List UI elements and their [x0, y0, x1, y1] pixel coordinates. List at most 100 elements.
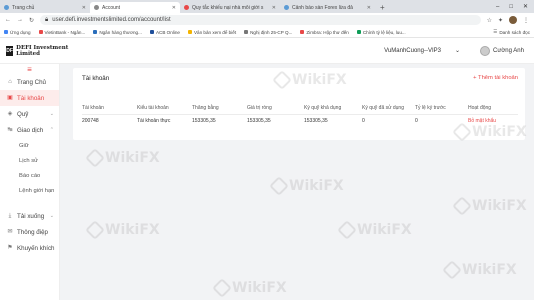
tab-close-icon[interactable]: ✕ [272, 5, 276, 11]
free-margin-cell: 153305,35 [304, 118, 328, 125]
watermark-text: WikiFX [105, 222, 160, 238]
sidebar-item-label: Thông điệp [17, 228, 48, 236]
menu-icon[interactable]: ⋮ [523, 17, 529, 24]
url-input[interactable]: 🔒︎ user.defi.investmentslimited.com/acco… [40, 15, 481, 25]
sidebar-item-message[interactable]: ✉ Thông điệp [0, 224, 59, 240]
tab-favicon-icon [184, 5, 189, 10]
reading-list-label: Danh sách đọc [499, 29, 530, 35]
tab-close-icon[interactable]: ✕ [172, 5, 176, 11]
bookmarks-bar: Ứng dụng VietinBank - Ngân... Ngân hàng … [0, 27, 534, 38]
bookmark-item[interactable]: Chính tỷ lệ liệu, luu... [356, 29, 406, 35]
bookmark-favicon-icon [149, 30, 154, 34]
sidebar-subitem-positions[interactable]: Giữ [0, 138, 59, 153]
sidebar-item-home[interactable]: ⌂ Trang Chủ [0, 74, 59, 90]
user-name: Cường Anh [493, 47, 524, 54]
account-selector[interactable]: VuManhCuong--VIP3 ⌄ [384, 47, 461, 55]
watermark-logo-icon [272, 70, 292, 90]
forward-icon[interactable]: → [17, 17, 23, 23]
used-margin-cell: 0 [362, 118, 365, 125]
maximize-icon[interactable]: □ [509, 4, 513, 10]
chevron-down-icon: ⌄ [49, 111, 54, 117]
bookmark-label: Chính tỷ lệ liệu, luu... [362, 29, 406, 35]
bookmark-apps[interactable]: Ứng dụng [4, 30, 31, 35]
url-text: user.defi.investmentslimited.com/account… [52, 17, 171, 23]
lock-icon: 🔒︎ [45, 16, 49, 23]
bookmark-favicon-icon [93, 30, 98, 34]
home-icon: ⌂ [8, 79, 12, 85]
hamburger-menu-icon[interactable]: ≡ [0, 64, 59, 74]
column-header: Ký quỹ đã sử dụng [362, 102, 415, 115]
download-icon: ⤓ [8, 213, 12, 219]
star-icon[interactable]: ☆ [487, 17, 492, 24]
tab-close-icon[interactable]: ✕ [367, 5, 371, 11]
tab-label: Quy tắc khiếu nại nhà môi giới s [192, 4, 264, 11]
watermark-logo-icon [269, 176, 289, 196]
column-header: Tỷ lệ ký trước [415, 102, 468, 115]
watermark: WikiFX [269, 176, 344, 196]
watermark-text: WikiFX [289, 178, 344, 194]
bookmark-item[interactable]: Nghị định 25-CP Q... [244, 30, 292, 35]
sidebar-subitem-history[interactable]: Lịch sử [0, 153, 59, 168]
user-menu[interactable]: Cường Anh [480, 45, 524, 56]
sidebar-item-account[interactable]: ▣ Tài khoản [0, 90, 59, 106]
back-icon[interactable]: ← [5, 17, 11, 23]
bookmark-item[interactable]: ACB Online [149, 30, 180, 35]
bookmark-label: Ứng dụng [10, 29, 31, 35]
user-avatar [480, 45, 491, 56]
logo[interactable]: DF DEFI Investment Limited [0, 45, 72, 57]
sidebar-item-promotion[interactable]: ⚑ Khuyến khích [0, 240, 59, 256]
column-header: Kiểu tài khoản [137, 102, 192, 115]
sidebar-subitem-report[interactable]: Báo cáo [0, 168, 59, 183]
extensions-icon[interactable]: ✦ [498, 17, 503, 24]
logo-mark: DF [6, 45, 14, 56]
bookmark-favicon-icon [356, 30, 361, 34]
sidebar-item-label: Giao dịch [17, 126, 44, 134]
panel-title: Tài khoản [82, 75, 110, 82]
watermark: WikiFX [85, 148, 160, 168]
bookmark-favicon-icon [300, 30, 305, 34]
watermark-text: WikiFX [232, 280, 287, 296]
sidebar-item-download[interactable]: ⤓ Tải xuống ⌄ [0, 208, 59, 224]
close-window-icon[interactable]: ✕ [523, 3, 528, 10]
browser-tab-account[interactable]: Account ✕ [90, 2, 180, 13]
sidebar-item-label: Trang Chủ [17, 78, 47, 86]
sidebar-subitem-limit-order[interactable]: Lệnh giới hạn [0, 183, 59, 198]
sidebar-item-label: Khuyến khích [17, 244, 55, 252]
account-selector-value: VuManhCuong--VIP3 [384, 47, 441, 54]
tab-label: Trang chủ [12, 4, 35, 11]
account-id-cell: 200748 [82, 118, 99, 125]
browser-tab-warning[interactable]: Cảnh báo sàn Forex lừa đả ✕ [280, 2, 375, 13]
bookmark-item[interactable]: Vân bản xem để biết [187, 30, 236, 35]
tab-close-icon[interactable]: ✕ [82, 5, 86, 11]
reload-icon[interactable]: ↻ [29, 17, 34, 24]
logo-text: DEFI Investment Limited [16, 44, 69, 57]
sidebar-item-fund[interactable]: ◈ Quỹ ⌄ [0, 106, 59, 122]
promotion-icon: ⚑ [7, 245, 13, 251]
chevron-down-icon: ⌄ [454, 48, 461, 54]
accounts-table: Tài khoản Kiểu tài khoản Thăng bằng Giá … [82, 102, 518, 128]
minimize-icon[interactable]: – [496, 4, 499, 10]
watermark-logo-icon [212, 278, 232, 298]
profile-avatar-icon[interactable] [509, 16, 517, 24]
browser-tab-home[interactable]: Trang chủ ✕ [0, 2, 90, 13]
sidebar-item-trade[interactable]: ↹ Giao dịch ⌃ [0, 122, 59, 138]
sidebar-item-label: Quỹ [17, 110, 29, 118]
bookmark-item[interactable]: Ngân hàng thương... [93, 30, 142, 35]
address-bar: ← → ↻ 🔒︎ user.defi.investmentslimited.co… [0, 13, 534, 27]
chevron-down-icon: ⌄ [49, 213, 54, 219]
new-tab-button[interactable]: + [375, 2, 390, 13]
bookmark-item[interactable]: VietinBank - Ngân... [38, 30, 85, 35]
browser-tab-rules[interactable]: Quy tắc khiếu nại nhà môi giới s ✕ [180, 2, 280, 13]
watermark-text: WikiFX [105, 150, 160, 166]
watermark-logo-icon [85, 148, 105, 168]
tab-favicon-icon [4, 5, 9, 10]
reading-list[interactable]: ☰ Danh sách đọc [493, 29, 530, 35]
add-account-button[interactable]: + Thêm tài khoản [473, 75, 518, 81]
watermark-text: WikiFX [472, 124, 527, 140]
bookmark-item[interactable]: Zimbra: Hộp thư đến [300, 30, 349, 35]
watermark: WikiFX [452, 196, 527, 216]
watermark-text: WikiFX [462, 262, 517, 278]
sidebar: ≡ ⌂ Trang Chủ ▣ Tài khoản ◈ Quỹ ⌄ ↹ Giao… [0, 64, 60, 300]
bookmark-label: Ngân hàng thương... [99, 29, 142, 35]
